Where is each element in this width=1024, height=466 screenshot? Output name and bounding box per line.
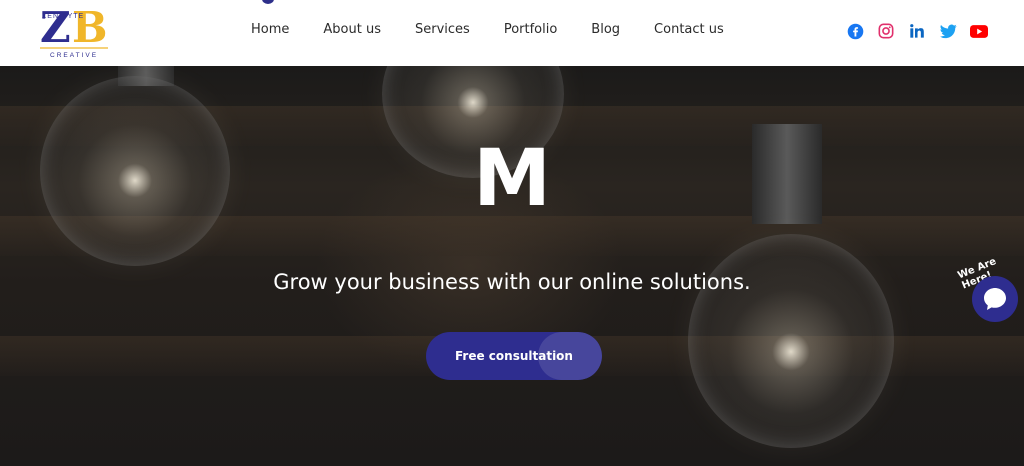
site-logo[interactable]: Z B ZENIBYTE CREATIVE bbox=[38, 2, 110, 59]
svg-text:Z: Z bbox=[40, 3, 71, 52]
svg-text:B: B bbox=[72, 3, 108, 52]
hero-subtitle: Grow your business with our online solut… bbox=[273, 270, 751, 294]
svg-text:ZENIBYTE: ZENIBYTE bbox=[42, 13, 84, 20]
hero-letter: M bbox=[473, 134, 551, 224]
main-nav: Home About us Services Portfolio Blog Co… bbox=[251, 20, 758, 40]
linkedin-icon[interactable] bbox=[908, 22, 926, 40]
nav-portfolio[interactable]: Portfolio bbox=[504, 20, 557, 40]
free-consultation-button[interactable]: Free consultation bbox=[426, 332, 602, 380]
light-bulb bbox=[688, 234, 894, 448]
chat-widget-button[interactable] bbox=[972, 276, 1018, 322]
nav-about-us[interactable]: About us bbox=[323, 20, 381, 40]
nav-home[interactable]: Home bbox=[251, 20, 289, 40]
site-header: Z B ZENIBYTE CREATIVE Home About us Serv… bbox=[0, 0, 1024, 66]
cta-label: Free consultation bbox=[455, 349, 573, 363]
svg-text:CREATIVE: CREATIVE bbox=[50, 52, 98, 59]
youtube-icon[interactable] bbox=[970, 22, 988, 40]
nav-blog[interactable]: Blog bbox=[591, 20, 620, 40]
nav-contact-us[interactable]: Contact us bbox=[654, 20, 724, 40]
social-links bbox=[846, 22, 988, 40]
nav-services[interactable]: Services bbox=[415, 20, 470, 40]
decorative-dot bbox=[262, 0, 274, 4]
hero-section: M Grow your business with our online sol… bbox=[0, 66, 1024, 466]
instagram-icon[interactable] bbox=[877, 22, 895, 40]
facebook-icon[interactable] bbox=[846, 22, 864, 40]
chat-bubble-icon bbox=[984, 288, 1006, 310]
twitter-icon[interactable] bbox=[939, 22, 957, 40]
